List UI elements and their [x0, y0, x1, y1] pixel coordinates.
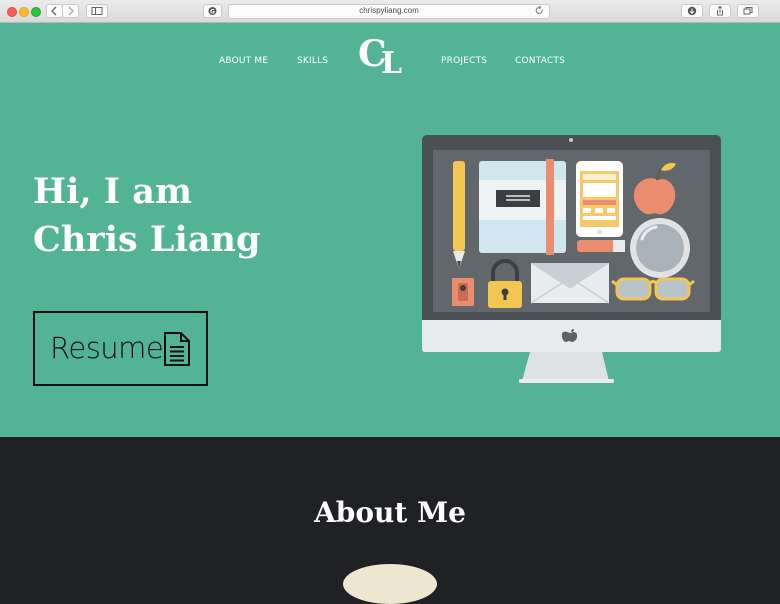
avatar [343, 564, 437, 604]
site-favicon-icon: G [208, 7, 217, 15]
nav-link-projects[interactable]: PROJECTS [441, 56, 487, 66]
hero-heading-line-1: Hi, I am [33, 171, 193, 212]
resume-button[interactable]: Resume [33, 311, 208, 386]
imac-desk-illustration [422, 135, 721, 383]
sidebar-icon [91, 7, 103, 15]
forward-button[interactable] [62, 4, 79, 18]
browser-toolbar: G chrispyliang.com [0, 0, 780, 23]
minimize-window-button[interactable] [19, 7, 29, 17]
hero-heading: Hi, I am Chris Liang [33, 168, 260, 264]
hero-heading-line-2: Chris Liang [33, 219, 261, 260]
resume-button-label: Resume [50, 331, 164, 365]
url-text: chrispyliang.com [359, 6, 419, 15]
nav-link-contacts[interactable]: CONTACTS [515, 56, 565, 66]
logo-letter-l: L [381, 46, 403, 81]
about-section: About Me [0, 437, 780, 604]
close-window-button[interactable] [7, 7, 17, 17]
sidebar-button[interactable] [86, 4, 108, 18]
tabs-overview-button[interactable] [737, 4, 759, 18]
chevron-right-icon [68, 6, 74, 16]
chevron-left-icon [51, 6, 57, 16]
downloads-button[interactable] [681, 4, 703, 18]
site-settings-button[interactable]: G [203, 4, 222, 18]
nav-link-about-me[interactable]: ABOUT ME [219, 56, 268, 66]
tabs-icon [743, 7, 753, 15]
hero-section: ABOUT ME SKILLS C L PROJECTS CONTACTS Hi… [0, 23, 780, 437]
nav-link-skills[interactable]: SKILLS [297, 56, 328, 66]
address-bar[interactable]: chrispyliang.com [228, 4, 550, 19]
site-logo[interactable]: C L [358, 36, 410, 80]
zoom-window-button[interactable] [31, 7, 41, 17]
download-icon [687, 6, 697, 16]
share-button[interactable] [709, 4, 731, 18]
back-button[interactable] [46, 4, 63, 18]
reload-icon[interactable] [535, 5, 544, 19]
svg-text:G: G [210, 8, 215, 15]
document-icon [164, 332, 190, 366]
about-heading: About Me [314, 496, 466, 529]
share-icon [717, 5, 723, 16]
